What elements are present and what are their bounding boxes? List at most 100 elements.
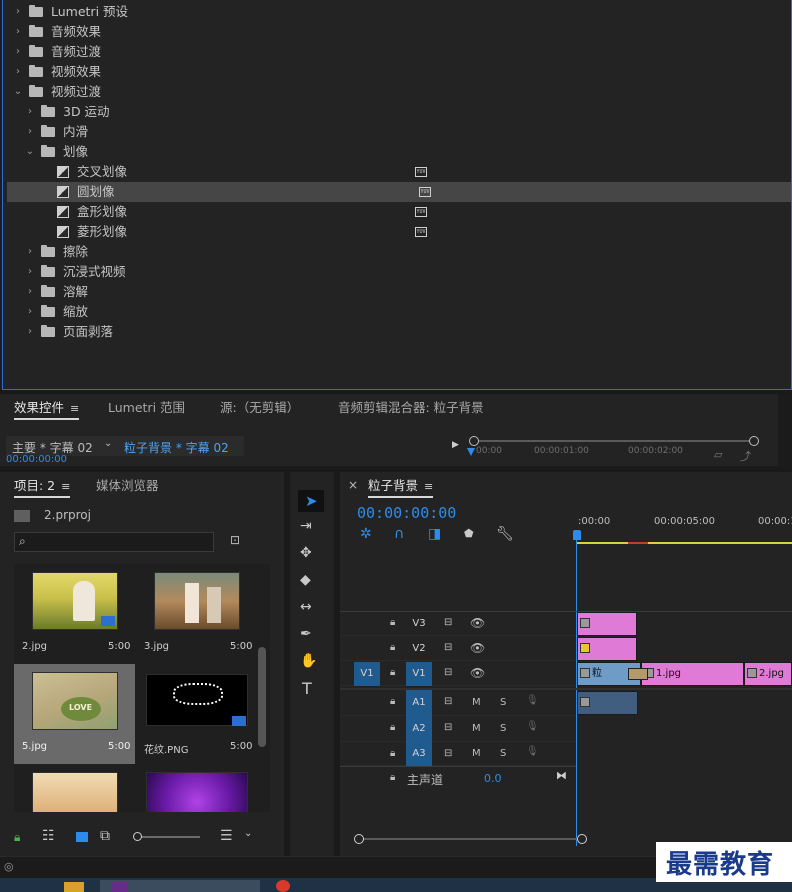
effect-controls-timecode[interactable]: 00:00:00:00 — [6, 454, 67, 465]
clip-v3[interactable] — [577, 612, 637, 636]
lock-icon[interactable]: 🔒︎ — [390, 772, 395, 783]
freeform-view-icon[interactable]: ⧉ — [100, 828, 110, 844]
chevron-down-icon[interactable]: ⌄ — [13, 82, 23, 102]
clip-v1-2jpg[interactable]: 2.jpg — [744, 662, 792, 686]
chevron-right-icon[interactable]: › — [13, 2, 23, 22]
chevron-down-icon[interactable]: ⌄ — [244, 828, 252, 839]
razor-icon[interactable]: ◆ — [300, 572, 311, 588]
tree-folder[interactable]: › 音频效果 — [3, 22, 791, 42]
tree-folder[interactable]: › 缩放 — [3, 302, 791, 322]
tree-folder[interactable]: › Lumetri 预设 — [3, 2, 791, 22]
chevron-right-icon[interactable]: › — [25, 242, 35, 262]
tree-folder[interactable]: › 页面剥落 — [3, 322, 791, 342]
project-scrollbar[interactable] — [258, 647, 266, 747]
icon-view-icon[interactable] — [76, 832, 88, 842]
solo-button[interactable]: S — [500, 748, 506, 759]
close-icon[interactable]: × — [348, 478, 358, 492]
mute-button[interactable]: M — [472, 723, 481, 734]
microphone-icon[interactable]: 🎙︎ — [526, 721, 539, 732]
tree-folder[interactable]: › 溶解 — [3, 282, 791, 302]
type-icon[interactable]: T — [302, 679, 312, 698]
eye-icon[interactable]: 👁︎ — [470, 616, 485, 630]
go-to-end-icon[interactable]: ⧓ — [556, 769, 567, 782]
wrench-icon[interactable]: 🔧︎ — [496, 526, 514, 542]
snap-icon[interactable]: ∩ — [394, 526, 404, 542]
microphone-icon[interactable]: 🎙︎ — [526, 695, 539, 706]
export-frame-icon[interactable]: ⏥ — [714, 448, 722, 461]
timeline-h-scrollbar[interactable] — [358, 838, 580, 840]
tab-effect-controls[interactable]: 效果控件 ≡ — [14, 394, 80, 423]
playhead[interactable] — [573, 530, 581, 540]
chevron-down-icon[interactable]: ⌄ — [25, 142, 35, 162]
tree-effect[interactable]: 交叉划像 YUV — [3, 162, 791, 182]
linked-selection-icon[interactable]: ◨ — [428, 526, 441, 542]
folder-icon[interactable] — [64, 882, 84, 892]
work-area-bar[interactable] — [576, 542, 792, 544]
clip-a1[interactable] — [577, 691, 638, 715]
lock-icon[interactable]: 🔒︎ — [390, 642, 395, 653]
pen-icon[interactable]: ✒ — [300, 626, 312, 642]
track-name[interactable]: A2 — [406, 716, 432, 742]
project-item[interactable]: 2.jpg 5:00 — [14, 564, 134, 664]
hand-icon[interactable]: ✋ — [300, 653, 317, 669]
scroll-handle-right[interactable] — [749, 436, 759, 446]
sync-lock-icon[interactable]: ⊟ — [444, 722, 452, 733]
transition-marker[interactable] — [628, 668, 648, 680]
project-item[interactable] — [136, 764, 256, 812]
tree-folder[interactable]: › 3D 运动 — [3, 102, 791, 122]
master-volume-value[interactable]: 0.0 — [484, 772, 502, 785]
chevron-right-icon[interactable]: › — [25, 102, 35, 122]
sync-lock-icon[interactable]: ⊟ — [444, 696, 452, 707]
source-track-v1[interactable]: V1 — [354, 662, 380, 686]
project-item[interactable] — [14, 764, 134, 812]
track-select-icon[interactable]: ⇥ — [300, 518, 312, 534]
tree-folder[interactable]: › 擦除 — [3, 242, 791, 262]
eye-icon[interactable]: 👁︎ — [470, 641, 485, 655]
sync-lock-icon[interactable]: ⊟ — [444, 617, 452, 628]
zoom-scrollbar[interactable] — [474, 440, 754, 442]
lock-icon[interactable]: 🔒︎ — [390, 748, 395, 759]
tree-folder[interactable]: › 视频效果 — [3, 62, 791, 82]
timeline-timecode[interactable]: 00:00:00:00 — [357, 504, 456, 522]
sync-lock-icon[interactable]: ⊟ — [444, 642, 452, 653]
panel-menu-icon[interactable]: ≡ — [70, 395, 79, 423]
scroll-handle-right[interactable] — [577, 834, 587, 844]
tab-media-browser[interactable]: 媒体浏览器 — [96, 472, 159, 500]
sequence-clip-label[interactable]: 粒子背景 * 字幕 02 — [124, 439, 229, 456]
time-ruler[interactable]: :00:00 00:00:05:00 00:00:1 — [576, 512, 792, 546]
tab-project[interactable]: 项目: 2 ≡ — [14, 472, 71, 501]
track-name[interactable]: V1 — [406, 662, 432, 686]
taskbar-app[interactable] — [100, 880, 260, 892]
track-name[interactable]: V2 — [406, 637, 432, 661]
track-name[interactable]: A1 — [406, 690, 432, 716]
microphone-icon[interactable]: 🎙︎ — [526, 746, 539, 757]
list-view-icon[interactable]: ☷ — [42, 828, 55, 844]
tab-sequence[interactable]: 粒子背景 ≡ — [368, 472, 434, 501]
chevron-right-icon[interactable]: › — [13, 62, 23, 82]
lock-icon[interactable]: 🔒︎ — [14, 830, 20, 845]
track-name[interactable]: V3 — [406, 612, 432, 636]
tree-folder[interactable]: ⌄ 视频过渡 — [3, 82, 791, 102]
mute-button[interactable]: M — [472, 748, 481, 759]
tree-effect[interactable]: 盒形划像 YUV — [3, 202, 791, 222]
chevron-right-icon[interactable]: › — [13, 22, 23, 42]
sort-icon[interactable]: ☰ — [220, 828, 233, 844]
mini-playhead[interactable] — [467, 448, 475, 456]
panel-menu-icon[interactable]: ≡ — [424, 473, 433, 501]
slip-icon[interactable]: ↔ — [300, 599, 312, 615]
share-icon[interactable]: ⤴ — [740, 448, 751, 464]
tab-audio-clip-mixer[interactable]: 音频剪辑混合器: 粒子背景 — [338, 394, 484, 422]
panel-menu-icon[interactable]: ≡ — [61, 473, 70, 501]
nest-icon[interactable]: ✲ — [360, 526, 372, 542]
tree-effect[interactable]: 菱形划像 YUV — [3, 222, 791, 242]
tab-source[interactable]: 源:（无剪辑） — [220, 394, 299, 422]
clip-v1-1jpg[interactable]: 1.jpg — [641, 662, 744, 686]
project-item[interactable]: LOVE 5.jpg 5:00 — [14, 664, 135, 764]
zoom-slider[interactable] — [134, 836, 200, 838]
chevron-right-icon[interactable]: › — [13, 42, 23, 62]
tree-folder[interactable]: › 沉浸式视频 — [3, 262, 791, 282]
sync-lock-icon[interactable]: ⊟ — [444, 748, 452, 759]
lock-icon[interactable]: 🔒︎ — [390, 617, 395, 628]
solo-button[interactable]: S — [500, 723, 506, 734]
chevron-right-icon[interactable]: › — [25, 322, 35, 342]
